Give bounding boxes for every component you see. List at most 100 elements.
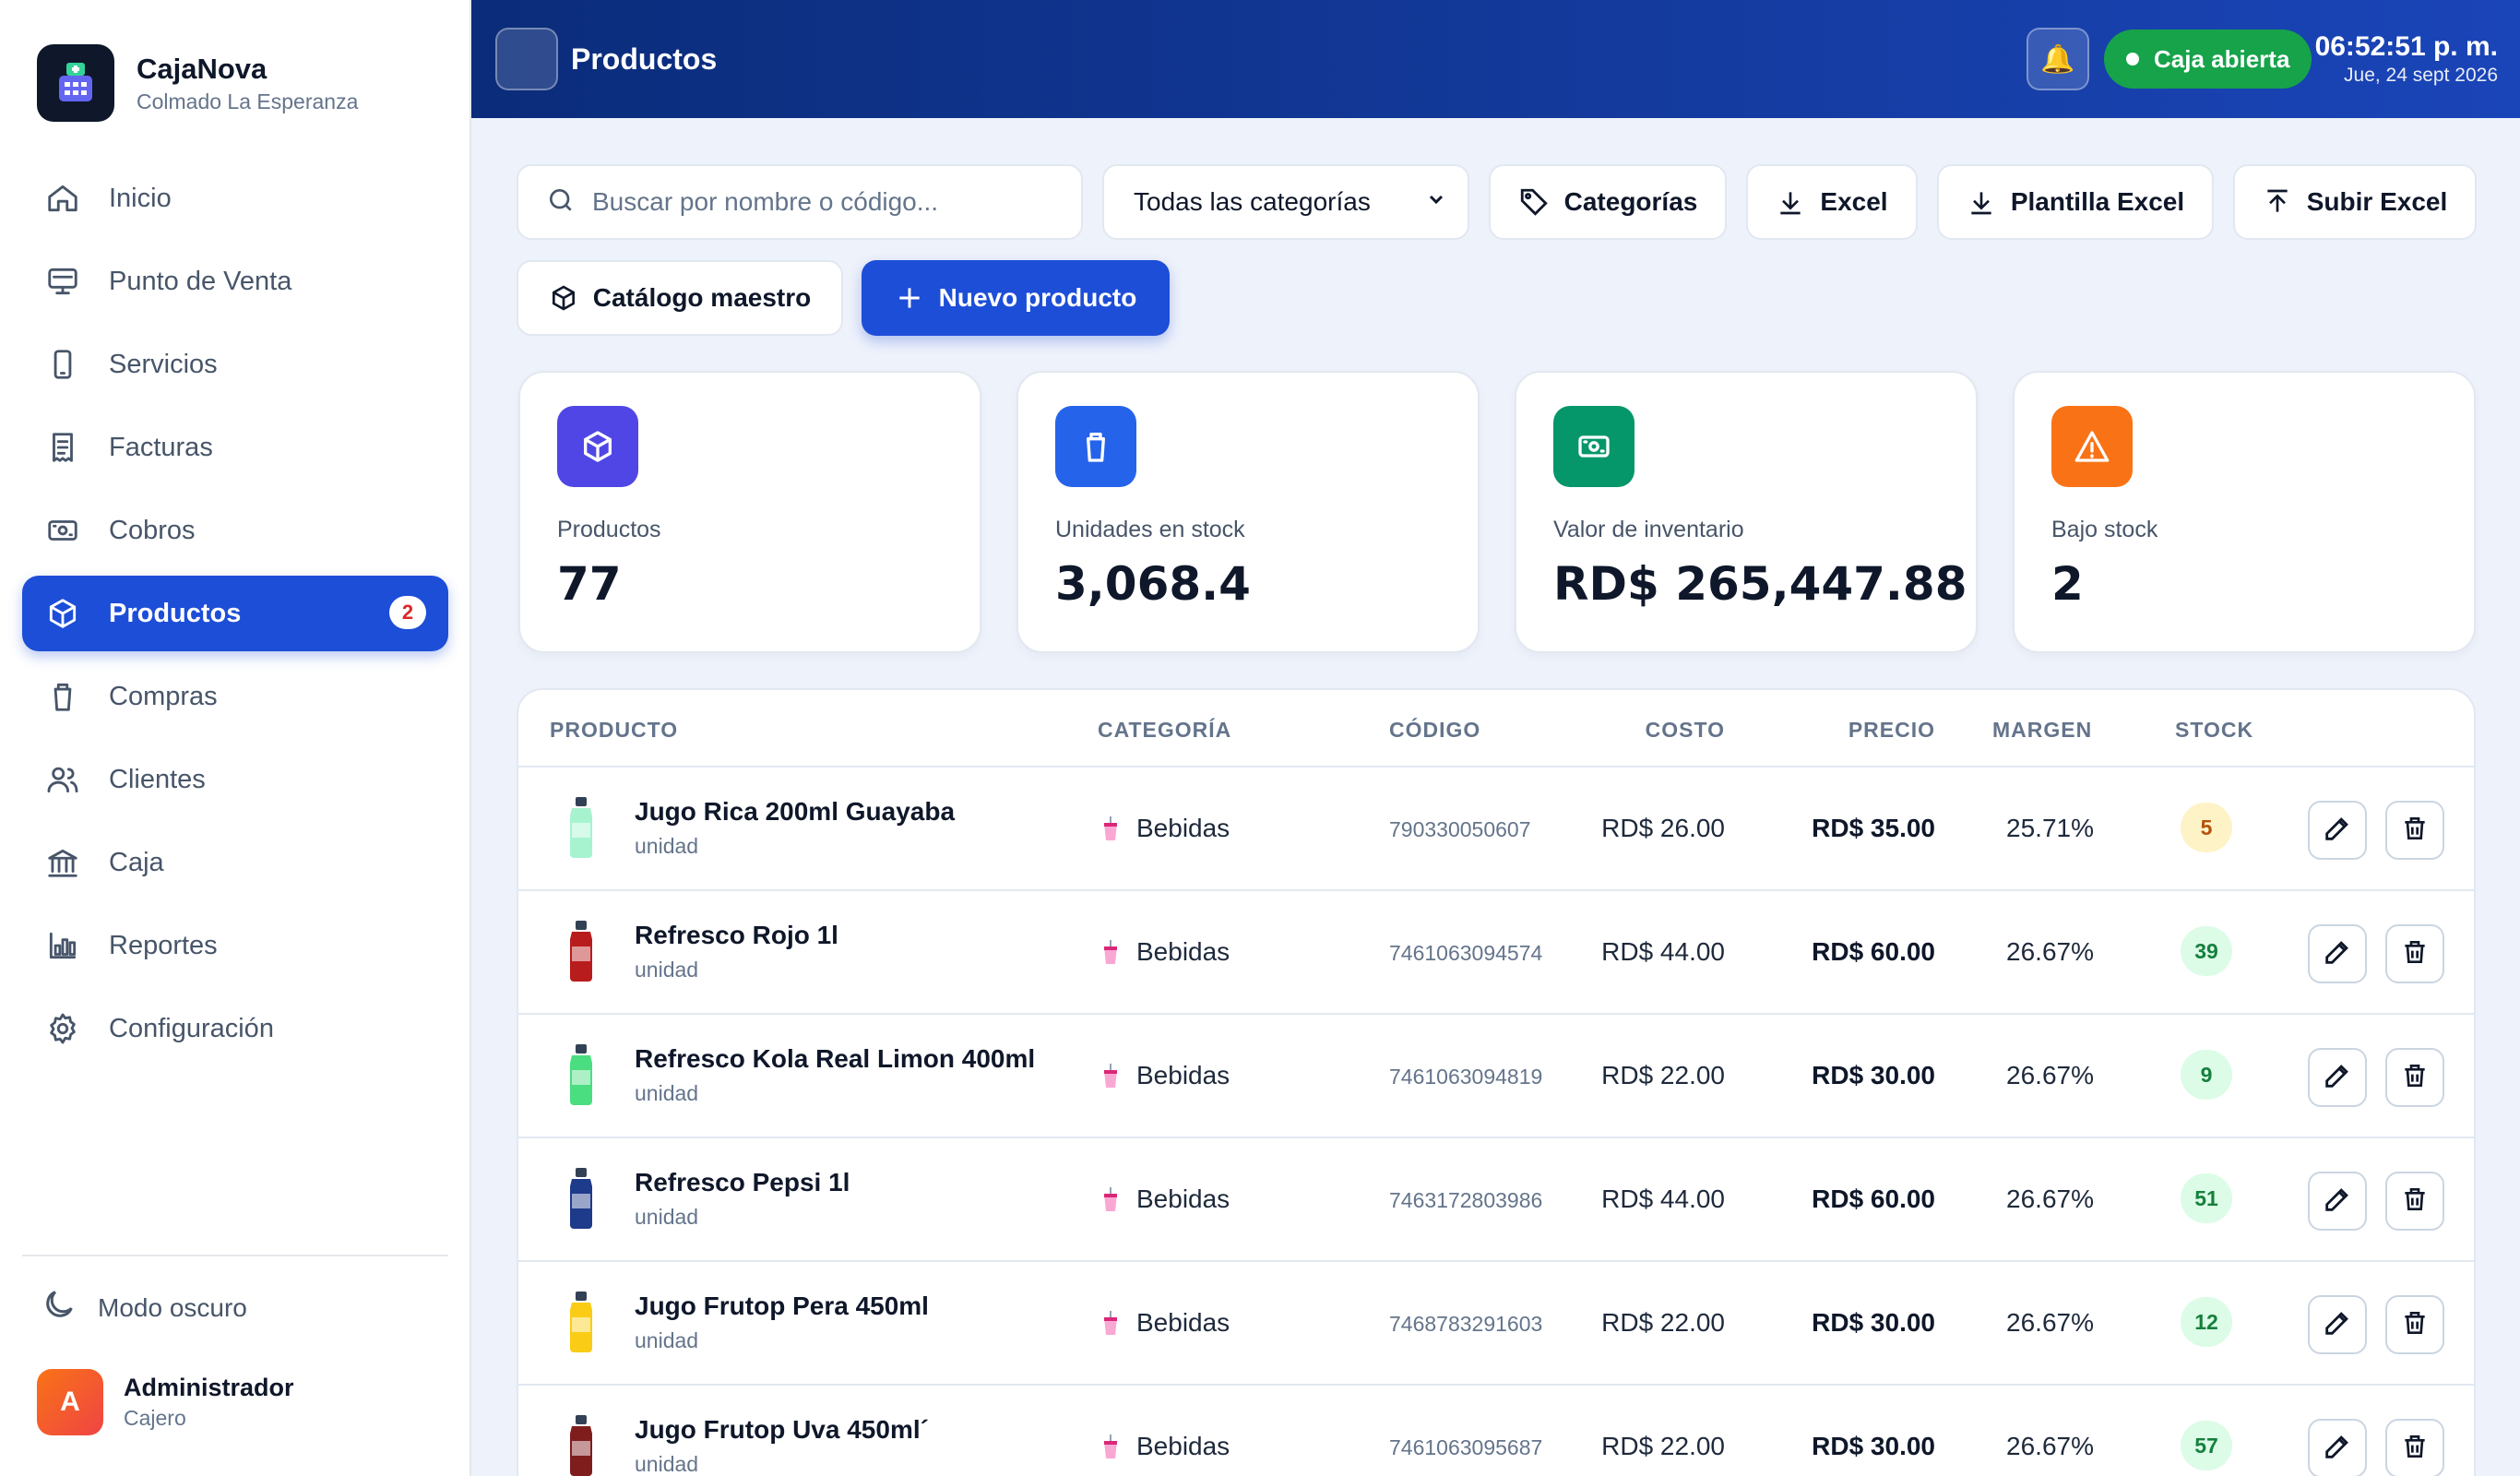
table-row[interactable]: Refresco Kola Real Limon 400ml unidad Bebi… (518, 1015, 2474, 1138)
delete-button[interactable] (2385, 1295, 2444, 1354)
product-category: Bebidas (1101, 814, 1230, 843)
sidebar-item-productos[interactable]: Productos 2 (22, 576, 448, 651)
product-price: RD$ 30.00 (1812, 1432, 1935, 1460)
divider (22, 1255, 448, 1256)
edit-button[interactable] (2308, 1419, 2367, 1476)
moon-icon (41, 1286, 77, 1329)
new-product-button[interactable]: Nuevo producto (862, 260, 1170, 336)
drink-icon (1101, 1064, 1120, 1088)
product-category: Bebidas (1101, 1308, 1230, 1338)
category-select[interactable]: Todas las categorías (1102, 164, 1469, 240)
stat-label: Productos (557, 517, 661, 542)
category-label: Bebidas (1136, 814, 1230, 842)
sidebar-item-label: Inicio (109, 183, 172, 213)
nav-count-badge: 2 (389, 596, 426, 629)
phone-icon (44, 346, 81, 383)
product-margin: 25.71% (2006, 814, 2094, 842)
product-thumbnail (553, 795, 609, 860)
sidebar-item-label: Cobros (109, 515, 196, 545)
sidebar-item-servicios[interactable]: Servicios (22, 327, 448, 402)
pencil-icon (2322, 813, 2353, 849)
pencil-icon (2322, 1184, 2353, 1220)
search-field[interactable] (517, 164, 1083, 240)
delete-button[interactable] (2385, 1419, 2444, 1476)
dark-mode-toggle[interactable]: Modo oscuro (41, 1286, 247, 1329)
sidebar-item-inicio[interactable]: Inicio (22, 161, 448, 236)
sidebar-item-facturas[interactable]: Facturas (22, 410, 448, 485)
clock-time: 06:52:51 p. m. (2314, 31, 2498, 62)
product-unit: unidad (635, 1328, 699, 1352)
product-unit: unidad (635, 1081, 699, 1105)
master-catalog-button[interactable]: Catálogo maestro (517, 260, 843, 336)
pencil-icon (2322, 936, 2353, 972)
category-label: Bebidas (1136, 1308, 1230, 1337)
table-row[interactable]: Refresco Rojo 1l unidad Bebidas 74610630945… (518, 891, 2474, 1015)
excel-button[interactable]: Excel (1746, 164, 1918, 240)
sidebar-item-configuración[interactable]: Configuración (22, 991, 448, 1066)
edit-button[interactable] (2308, 924, 2367, 983)
pencil-icon (2322, 1060, 2353, 1096)
notifications-button[interactable]: 🔔 (2027, 28, 2089, 90)
delete-button[interactable] (2385, 1172, 2444, 1231)
product-unit: unidad (635, 834, 699, 858)
bank-icon (44, 844, 81, 881)
table-row[interactable]: Jugo Rica 200ml Guayaba unidad Bebidas 7903… (518, 768, 2474, 891)
edit-button[interactable] (2308, 1295, 2367, 1354)
product-price: RD$ 60.00 (1812, 1184, 1935, 1213)
delete-button[interactable] (2385, 924, 2444, 983)
sidebar-item-label: Caja (109, 847, 164, 877)
cash-register-icon (37, 44, 114, 122)
stat-label: Unidades en stock (1055, 517, 1245, 542)
menu-button[interactable] (495, 28, 558, 90)
search-input[interactable] (592, 187, 1035, 217)
sidebar-item-clientes[interactable]: Clientes (22, 742, 448, 817)
sidebar-item-label: Reportes (109, 930, 218, 960)
delete-button[interactable] (2385, 801, 2444, 860)
product-margin: 26.67% (2006, 1308, 2094, 1337)
user-profile[interactable]: A Administrador Cajero (37, 1369, 294, 1435)
sidebar-item-punto-de-venta[interactable]: Punto de Venta (22, 244, 448, 319)
header-price: PRECIO (1848, 718, 1935, 742)
cash-status-badge[interactable]: Caja abierta (2104, 30, 2312, 89)
category-label: Bebidas (1136, 1184, 1230, 1213)
product-price: RD$ 30.00 (1812, 1061, 1935, 1089)
excel-template-button[interactable]: Plantilla Excel (1937, 164, 2214, 240)
brand[interactable]: CajaNova Colmado La Esperanza (37, 44, 358, 122)
stat-card: Valor de inventario RD$ 265,447.88 (1515, 371, 1978, 653)
stat-value: RD$ 265,447.88 (1553, 557, 1967, 611)
edit-button[interactable] (2308, 1048, 2367, 1107)
cash-icon (1553, 406, 1634, 487)
sidebar-item-cobros[interactable]: Cobros (22, 493, 448, 568)
upload-excel-label: Subir Excel (2306, 187, 2448, 216)
sidebar-item-label: Clientes (109, 764, 206, 794)
edit-button[interactable] (2308, 1172, 2367, 1231)
sidebar-item-compras[interactable]: Compras (22, 659, 448, 734)
products-table: PRODUCTO CATEGORÍA CÓDIGO COSTO PRECIO M… (517, 688, 2476, 1476)
table-row[interactable]: Jugo Frutop Pera 450ml unidad Bebidas 74687… (518, 1262, 2474, 1386)
product-thumbnail (553, 1042, 609, 1107)
sidebar-item-caja[interactable]: Caja (22, 825, 448, 900)
product-name: Jugo Frutop Pera 450ml (635, 1292, 929, 1320)
header-cost: COSTO (1645, 718, 1725, 742)
product-name: Refresco Pepsi 1l (635, 1168, 850, 1196)
upload-excel-button[interactable]: Subir Excel (2233, 164, 2477, 240)
trash-icon (2400, 1308, 2430, 1342)
product-margin: 26.67% (2006, 1432, 2094, 1460)
category-label: Bebidas (1136, 1432, 1230, 1460)
table-row[interactable]: Refresco Pepsi 1l unidad Bebidas 7463172803… (518, 1138, 2474, 1262)
stat-label: Valor de inventario (1553, 517, 1744, 542)
product-code: 7461063095687 (1389, 1435, 1543, 1459)
delete-button[interactable] (2385, 1048, 2444, 1107)
stat-value: 2 (2051, 557, 2084, 611)
product-name: Jugo Rica 200ml Guayaba (635, 797, 956, 826)
table-row[interactable]: Jugo Frutop Uva 450ml´ unidad Bebidas 74610… (518, 1386, 2474, 1476)
product-name: Jugo Frutop Uva 450ml´ (635, 1415, 929, 1444)
sidebar-item-label: Compras (109, 681, 218, 711)
edit-button[interactable] (2308, 801, 2367, 860)
product-unit: unidad (635, 1452, 699, 1476)
sidebar-item-reportes[interactable]: Reportes (22, 908, 448, 983)
categories-button[interactable]: Categorías (1489, 164, 1727, 240)
pencil-icon (2322, 1431, 2353, 1467)
product-code: 7463172803986 (1389, 1188, 1543, 1212)
stat-card: Productos 77 (518, 371, 981, 653)
